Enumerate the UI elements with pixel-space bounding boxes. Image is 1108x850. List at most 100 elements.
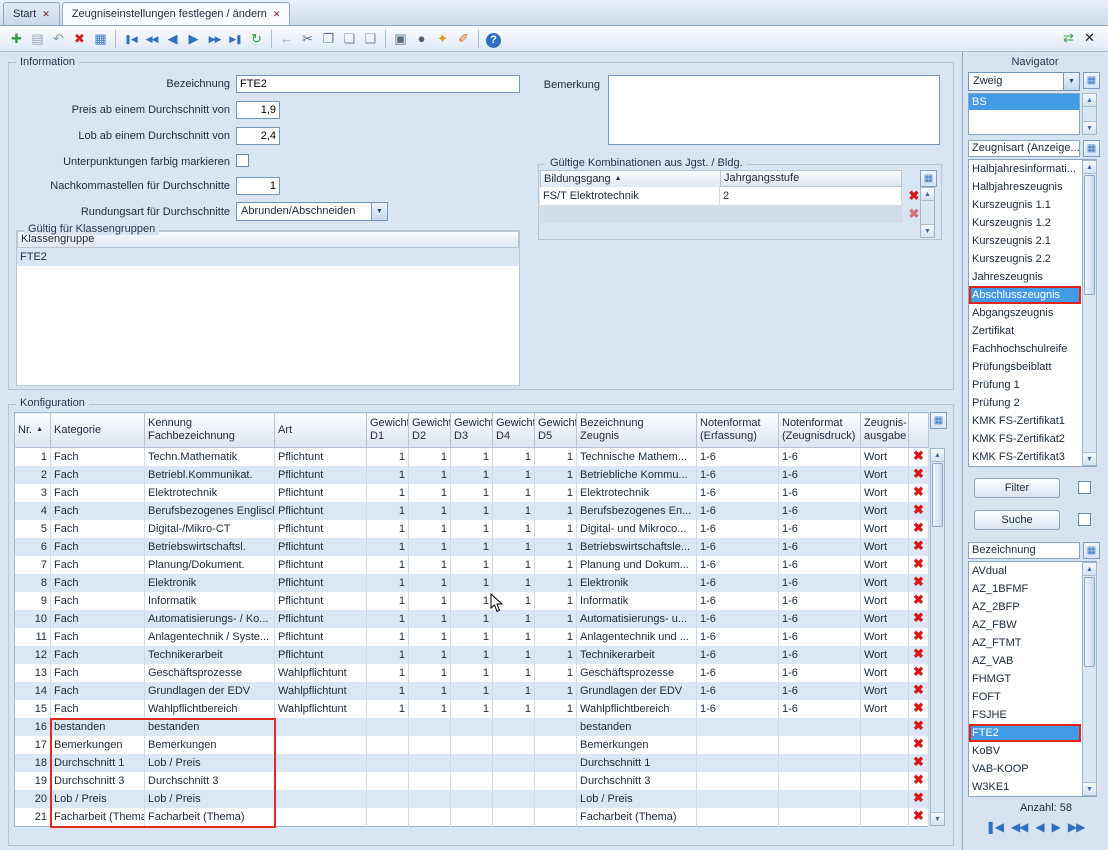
nr-cell[interactable]: 8: [15, 574, 51, 592]
column-settings-button[interactable]: [1083, 72, 1100, 89]
col-header-gewicht-d2[interactable]: GewichtD2: [409, 413, 451, 448]
notenformat-druck-cell[interactable]: 1-6: [779, 448, 861, 467]
table-row[interactable]: 10 Fach Automatisierungs- / Ko... Pflich…: [15, 610, 929, 628]
gewicht-d5-cell[interactable]: 1: [535, 520, 577, 538]
zeugnisausgabe-cell[interactable]: Wort: [861, 700, 909, 718]
kategorie-cell[interactable]: Bemerkungen: [51, 736, 145, 754]
art-cell[interactable]: Wahlpflichtunt: [275, 700, 367, 718]
zeugnisausgabe-cell[interactable]: [861, 772, 909, 790]
gewicht-d2-cell[interactable]: 1: [409, 520, 451, 538]
list-item[interactable]: KMK FS-Zertifikat1: [969, 412, 1081, 430]
list-item[interactable]: FTE2: [969, 724, 1081, 742]
lob-input[interactable]: [236, 127, 280, 145]
kategorie-cell[interactable]: Fach: [51, 538, 145, 556]
gewicht-d2-cell[interactable]: [409, 808, 451, 827]
gewicht-d3-cell[interactable]: [451, 772, 493, 790]
zweig-scrollbar[interactable]: [1082, 93, 1097, 135]
gewicht-d4-cell[interactable]: [493, 772, 535, 790]
zweig-select[interactable]: Zweig: [968, 72, 1080, 91]
bezeichnung-zeugnis-cell[interactable]: Informatik: [577, 592, 697, 610]
zeugnisausgabe-cell[interactable]: Wort: [861, 556, 909, 574]
undo-icon[interactable]: ↶: [48, 29, 69, 49]
gewicht-d2-cell[interactable]: 1: [409, 592, 451, 610]
gewicht-d5-cell[interactable]: [535, 718, 577, 736]
table-row[interactable]: 6 Fach Betriebswirtschaftsl. Pflichtunt …: [15, 538, 929, 556]
pager-prev-icon[interactable]: ◀: [1035, 820, 1043, 834]
notenformat-erfassung-cell[interactable]: 1-6: [697, 538, 779, 556]
list-item[interactable]: Kurszeugnis 1.2: [969, 214, 1081, 232]
notenformat-druck-cell[interactable]: [779, 754, 861, 772]
notenformat-erfassung-cell[interactable]: 1-6: [697, 574, 779, 592]
nr-cell[interactable]: 9: [15, 592, 51, 610]
nr-cell[interactable]: 20: [15, 790, 51, 808]
delete-row-icon[interactable]: [911, 682, 927, 698]
list-item[interactable]: AVdual: [969, 562, 1081, 580]
gewicht-d2-cell[interactable]: 1: [409, 466, 451, 484]
list-item[interactable]: Zertifikat: [969, 322, 1081, 340]
col-header-art[interactable]: Art: [275, 413, 367, 448]
gewicht-d2-cell[interactable]: [409, 772, 451, 790]
gewicht-d1-cell[interactable]: 1: [367, 682, 409, 700]
gewicht-d5-cell[interactable]: [535, 790, 577, 808]
notenformat-druck-cell[interactable]: 1-6: [779, 610, 861, 628]
nr-cell[interactable]: 5: [15, 520, 51, 538]
zeugnisausgabe-cell[interactable]: Wort: [861, 646, 909, 664]
gewicht-d2-cell[interactable]: 1: [409, 646, 451, 664]
bezeichnung-zeugnis-cell[interactable]: Anlagentechnik und ...: [577, 628, 697, 646]
zeugnisausgabe-cell[interactable]: Wort: [861, 466, 909, 484]
list-item[interactable]: Kurszeugnis 2.2: [969, 250, 1081, 268]
gewicht-d4-cell[interactable]: [493, 718, 535, 736]
notenformat-druck-cell[interactable]: 1-6: [779, 520, 861, 538]
gewicht-d1-cell[interactable]: 1: [367, 520, 409, 538]
notenformat-erfassung-cell[interactable]: 1-6: [697, 592, 779, 610]
kennung-cell[interactable]: Betriebl.Kommunikat.: [145, 466, 275, 484]
delete-row-icon[interactable]: [911, 466, 927, 482]
gewicht-d1-cell[interactable]: [367, 772, 409, 790]
table-row[interactable]: 9 Fach Informatik Pflichtunt 1 1 1 1 1 I…: [15, 592, 929, 610]
kategorie-cell[interactable]: Fach: [51, 502, 145, 520]
delete-row-icon[interactable]: [911, 790, 927, 806]
gewicht-d2-cell[interactable]: [409, 790, 451, 808]
gewicht-d4-cell[interactable]: 1: [493, 682, 535, 700]
kennung-cell[interactable]: Elektronik: [145, 574, 275, 592]
gewicht-d2-cell[interactable]: 1: [409, 664, 451, 682]
kennung-cell[interactable]: Grundlagen der EDV: [145, 682, 275, 700]
chevron-down-icon[interactable]: [371, 203, 387, 220]
zeugnisausgabe-cell[interactable]: [861, 754, 909, 772]
bezeichnung-zeugnis-cell[interactable]: Grundlagen der EDV: [577, 682, 697, 700]
gewicht-d4-cell[interactable]: 1: [493, 466, 535, 484]
nr-cell[interactable]: 10: [15, 610, 51, 628]
kennung-cell[interactable]: Planung/Dokument.: [145, 556, 275, 574]
notenformat-druck-cell[interactable]: 1-6: [779, 682, 861, 700]
col-header-kategorie[interactable]: Kategorie: [51, 413, 145, 448]
scroll-up-icon[interactable]: [1083, 563, 1096, 576]
gewicht-d5-cell[interactable]: 1: [535, 502, 577, 520]
nr-cell[interactable]: 21: [15, 808, 51, 827]
zeugnisausgabe-cell[interactable]: [861, 808, 909, 827]
gewicht-d2-cell[interactable]: 1: [409, 502, 451, 520]
col-header-kennung[interactable]: KennungFachbezeichnung: [145, 413, 275, 448]
kennung-cell[interactable]: Durchschnitt 3: [145, 772, 275, 790]
notenformat-druck-cell[interactable]: [779, 772, 861, 790]
zeugnisausgabe-cell[interactable]: [861, 790, 909, 808]
gewicht-d3-cell[interactable]: 1: [451, 628, 493, 646]
rundungsart-select[interactable]: Abrunden/Abschneiden: [236, 202, 388, 221]
kategorie-cell[interactable]: Facharbeit (Thema): [51, 808, 145, 827]
paste-special-icon[interactable]: ❑: [360, 29, 381, 49]
gewicht-d3-cell[interactable]: 1: [451, 556, 493, 574]
kennung-cell[interactable]: Lob / Preis: [145, 754, 275, 772]
col-header-bezeichnung-zeugnis[interactable]: BezeichnungZeugnis: [577, 413, 697, 448]
notenformat-erfassung-cell[interactable]: 1-6: [697, 682, 779, 700]
col-header-notenformat-zeugnisdruck[interactable]: Notenformat(Zeugnisdruck): [779, 413, 861, 448]
pager-prev-fast-icon[interactable]: ◀◀: [1011, 820, 1027, 834]
gewicht-d1-cell[interactable]: 1: [367, 592, 409, 610]
kategorie-cell[interactable]: Fach: [51, 556, 145, 574]
refresh-icon[interactable]: ↻: [246, 29, 267, 49]
notenformat-druck-cell[interactable]: [779, 736, 861, 754]
gewicht-d4-cell[interactable]: 1: [493, 628, 535, 646]
kennung-cell[interactable]: Informatik: [145, 592, 275, 610]
bezeichnung-scrollbar[interactable]: [1082, 562, 1097, 796]
kombination-row[interactable]: [540, 205, 944, 223]
list-item[interactable]: KMK FS-Zertifikat2: [969, 430, 1081, 448]
delete-row-icon[interactable]: [911, 754, 927, 770]
